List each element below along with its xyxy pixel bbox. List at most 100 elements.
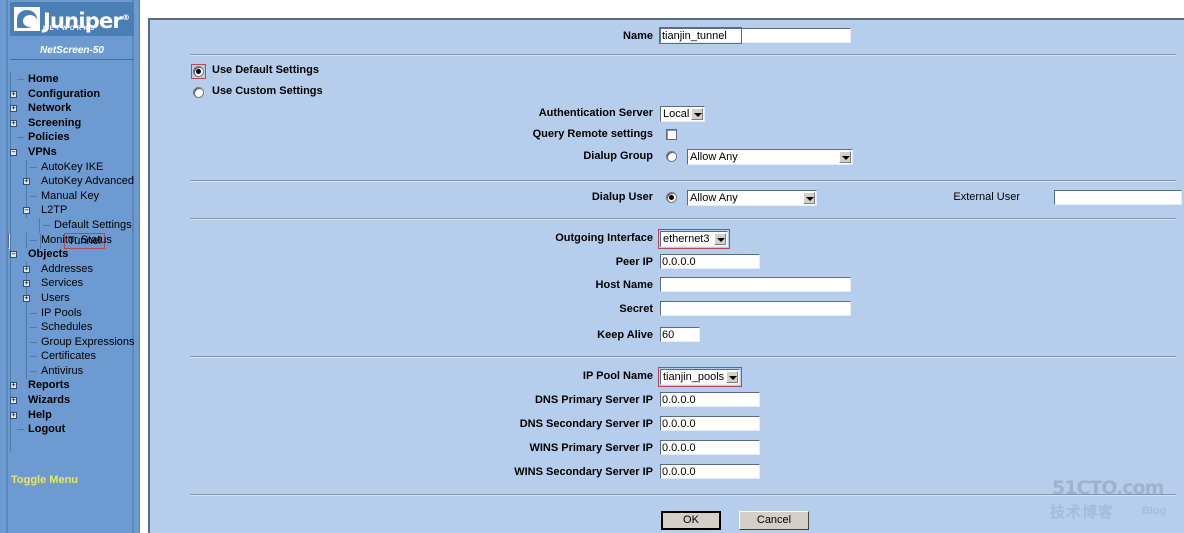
expand-icon[interactable]: + — [10, 105, 17, 113]
expand-icon[interactable]: + — [23, 178, 30, 186]
dialup-group-label: Dialup Group — [583, 150, 653, 162]
dialup-group-radio[interactable] — [666, 151, 677, 162]
tree-tick — [30, 356, 37, 358]
collapse-icon[interactable]: − — [10, 251, 17, 259]
expand-icon[interactable]: + — [23, 265, 30, 273]
host-name-label: Host Name — [595, 279, 653, 291]
sidebar-item-label: L2TP — [41, 204, 68, 217]
sidebar-item-vpns[interactable]: − VPNs — [8, 145, 140, 160]
dns-primary-server-ip-label: DNS Primary Server IP — [534, 394, 653, 406]
registered-mark-icon: ® — [121, 12, 130, 22]
tree-tick — [17, 137, 24, 139]
sidebar-item-certificates[interactable]: Certificates — [8, 349, 140, 365]
expand-icon[interactable]: + — [23, 294, 30, 302]
collapse-icon[interactable]: − — [23, 207, 30, 215]
secret-input[interactable] — [660, 301, 851, 316]
sidebar-item-schedules[interactable]: Schedules — [8, 320, 140, 336]
watermark-line-2: 技术博客 — [1050, 504, 1115, 521]
sidebar-item-label: Help — [28, 408, 52, 421]
ok-button[interactable]: OK — [661, 511, 721, 530]
wins-secondary-server-ip-input[interactable]: 0.0.0.0 — [660, 464, 760, 479]
authentication-server-select[interactable]: Local — [660, 106, 705, 122]
sidebar-item-label: AutoKey Advanced — [41, 175, 134, 188]
watermark: 51CTO.com 技术博客 Blog — [1046, 475, 1178, 527]
sidebar-item-label: Wizards — [28, 394, 71, 407]
sidebar-item-l2tp[interactable]: − L2TP — [8, 203, 140, 219]
external-user-label: External User — [953, 191, 1020, 203]
cancel-button[interactable]: Cancel — [739, 511, 809, 530]
tree-connector — [39, 217, 40, 233]
authentication-server-label: Authentication Server — [538, 107, 653, 119]
dialup-user-radio[interactable] — [666, 192, 677, 203]
sidebar-item-configuration[interactable]: + Configuration — [8, 87, 140, 102]
sidebar-item-addresses[interactable]: + Addresses — [8, 261, 140, 277]
sidebar-item-services[interactable]: + Services — [8, 276, 140, 292]
sidebar-item-antivirus[interactable]: Antivirus — [8, 363, 140, 379]
dialup-group-select[interactable]: Allow Any — [687, 149, 853, 165]
sidebar-item-manual-key[interactable]: Manual Key — [8, 188, 140, 204]
sidebar-item-ip-pools[interactable]: IP Pools — [8, 305, 140, 321]
keep-alive-input[interactable]: 60 — [660, 327, 700, 342]
sidebar-item-label: Users — [41, 291, 70, 304]
ip-pool-name-select[interactable]: tianjin_pools — [660, 369, 740, 385]
name-input[interactable]: tianjin_tunnel — [660, 28, 851, 43]
dialup-user-select[interactable]: Allow Any — [687, 190, 817, 206]
chevron-down-icon — [803, 192, 815, 204]
toggle-menu-link[interactable]: Toggle Menu — [11, 474, 78, 486]
sidebar-item-policies[interactable]: Policies — [8, 130, 140, 145]
dialup-user-value: Allow Any — [690, 192, 738, 204]
sidebar-item-monitor-status[interactable]: Monitor Status — [8, 232, 140, 248]
dns-secondary-server-ip-label: DNS Secondary Server IP — [519, 418, 653, 430]
expand-icon[interactable]: + — [10, 382, 17, 390]
sidebar-item-users[interactable]: + Users — [8, 290, 140, 306]
expand-icon[interactable]: + — [10, 397, 17, 405]
sidebar-item-help[interactable]: + Help — [8, 408, 140, 423]
use-custom-settings-radio[interactable] — [193, 87, 204, 98]
sidebar-item-label: Monitor Status — [41, 233, 112, 246]
tree-connector — [26, 349, 27, 365]
sidebar-item-label: Reports — [28, 379, 70, 392]
sidebar-item-autokey-advanced[interactable]: + AutoKey Advanced — [8, 174, 140, 190]
sidebar: Juniper® NETWORKS NetScreen-50 Home + Conf… — [0, 0, 140, 533]
sidebar-item-label: Default Settings — [54, 218, 132, 231]
expand-icon[interactable]: + — [10, 119, 17, 127]
dns-secondary-server-ip-input[interactable]: 0.0.0.0 — [660, 416, 760, 431]
sidebar-item-label: Home — [28, 73, 59, 85]
tree-tick — [30, 370, 37, 372]
host-name-input[interactable] — [660, 277, 851, 292]
sidebar-item-label: Logout — [28, 423, 66, 436]
query-remote-settings-checkbox[interactable] — [666, 129, 677, 140]
authentication-server-value: Local — [663, 108, 690, 120]
navigation-tree: Home + Configuration + Network + Screening Poli… — [8, 72, 140, 437]
tree-connector — [26, 188, 27, 204]
outgoing-interface-select[interactable]: ethernet3 — [660, 231, 728, 247]
sidebar-item-label: Screening — [28, 116, 82, 129]
sidebar-item-label: Antivirus — [41, 364, 84, 377]
sidebar-item-label: Certificates — [41, 350, 97, 363]
sidebar-item-objects[interactable]: − Objects — [8, 247, 140, 262]
sidebar-item-reports[interactable]: + Reports — [8, 378, 140, 393]
expand-icon[interactable]: + — [10, 411, 17, 419]
sidebar-item-autokey-ike[interactable]: AutoKey IKE — [8, 159, 140, 175]
sidebar-item-group-expressions[interactable]: Group Expressions — [8, 334, 140, 350]
wins-primary-server-ip-input[interactable]: 0.0.0.0 — [660, 440, 760, 455]
sidebar-item-home[interactable]: Home — [8, 72, 140, 87]
sidebar-item-wizards[interactable]: + Wizards — [8, 393, 140, 408]
sidebar-item-screening[interactable]: + Screening — [8, 116, 140, 131]
sidebar-item-network[interactable]: + Network — [8, 101, 140, 116]
keep-alive-label: Keep Alive — [597, 329, 653, 341]
sidebar-item-default-settings[interactable]: Default Settings — [8, 217, 140, 233]
dns-primary-server-ip-input[interactable]: 0.0.0.0 — [660, 392, 760, 407]
sidebar-item-logout[interactable]: Logout — [8, 422, 140, 437]
use-default-settings-radio[interactable] — [193, 66, 204, 77]
peer-ip-input[interactable]: 0.0.0.0 — [660, 254, 760, 269]
sidebar-item-label: Network — [28, 102, 72, 115]
collapse-icon[interactable]: − — [10, 148, 17, 156]
external-user-input[interactable] — [1054, 190, 1182, 205]
sidebar-item-label: Configuration — [28, 87, 101, 100]
tree-tick — [17, 429, 24, 431]
main-content: Name tianjin_tunnel Use Default Settings… — [146, 0, 1184, 533]
expand-icon[interactable]: + — [10, 90, 17, 98]
expand-icon[interactable]: + — [23, 280, 30, 288]
name-label: Name — [623, 30, 653, 42]
